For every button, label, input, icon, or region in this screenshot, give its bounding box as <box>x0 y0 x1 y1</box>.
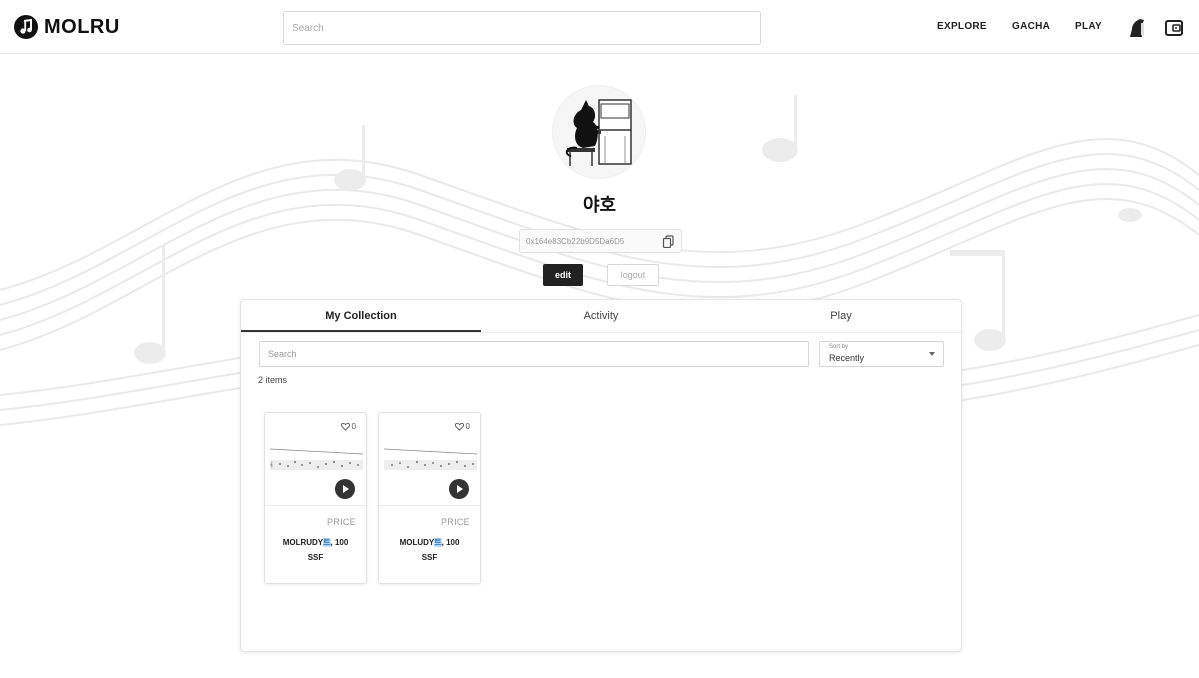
profile-tabs: My Collection Activity Play <box>241 300 961 333</box>
wallet-icon[interactable] <box>1163 17 1185 39</box>
logout-button[interactable]: logout <box>607 264 659 286</box>
like-count: 0 <box>351 422 356 431</box>
play-icon[interactable] <box>335 479 355 499</box>
copy-icon[interactable] <box>662 234 675 248</box>
brand-logo[interactable]: MOLRU <box>14 15 120 39</box>
sort-label: Sort by <box>829 344 849 350</box>
heart-icon <box>454 422 464 431</box>
chevron-down-icon <box>929 352 935 356</box>
collection-card[interactable]: 0 PRICE MOLUDY트, 100 SSF <box>378 412 481 584</box>
sheet-music-preview <box>383 448 478 470</box>
svg-text:𝄞: 𝄞 <box>270 461 273 468</box>
item-name-suffix: , 100 <box>330 538 349 547</box>
item-name: MOLUDY트, 100 SSF <box>385 535 474 565</box>
item-price-unit: SSF <box>421 553 438 562</box>
item-name-highlight: 트 <box>323 538 331 547</box>
card-divider <box>265 505 366 506</box>
edit-profile-button[interactable]: edit <box>543 264 583 286</box>
item-name-highlight: 트 <box>434 538 442 547</box>
like-counter[interactable]: 0 <box>454 422 470 431</box>
sort-select[interactable]: Sort by Recently <box>819 341 944 367</box>
price-label: PRICE <box>326 517 356 527</box>
item-count: 2 items <box>258 375 288 385</box>
collection-search-input[interactable] <box>259 341 809 367</box>
profile-username: 야호 <box>582 195 617 215</box>
pianist-cat-illustration <box>553 86 645 178</box>
collection-panel: My Collection Activity Play Sort by Rece… <box>240 299 962 652</box>
brand-name: MOLRU <box>44 15 120 38</box>
item-name-prefix: MOLUDY <box>399 538 435 547</box>
music-note-logo-icon <box>14 15 38 39</box>
like-count: 0 <box>465 422 470 431</box>
item-name-suffix: , 100 <box>441 538 460 547</box>
tab-activity[interactable]: Activity <box>481 300 721 332</box>
item-name-prefix: MOLRUDY <box>282 538 324 547</box>
item-name: MOLRUDY트, 100 SSF <box>271 535 360 565</box>
wallet-address-field: 0x164e83Cb22b9D5Da6D5 <box>519 229 682 253</box>
global-search-input[interactable] <box>283 11 761 45</box>
profile-avatar <box>553 86 645 178</box>
nav-gacha[interactable]: GACHA <box>1012 21 1050 32</box>
card-divider <box>379 505 480 506</box>
item-price-unit: SSF <box>307 553 324 562</box>
nav-explore[interactable]: EXPLORE <box>937 21 987 32</box>
play-icon[interactable] <box>449 479 469 499</box>
wallet-address-text: 0x164e83Cb22b9D5Da6D5 <box>526 236 625 246</box>
sort-value: Recently <box>829 353 865 363</box>
top-navigation-bar: MOLRU EXPLORE GACHA PLAY <box>0 0 1199 54</box>
like-counter[interactable]: 0 <box>340 422 356 431</box>
collection-card[interactable]: 0 𝄞 PRICE MOLRUDY트, 100 SSF <box>264 412 367 584</box>
price-label: PRICE <box>440 517 470 527</box>
nav-play[interactable]: PLAY <box>1075 21 1102 32</box>
sheet-music-preview: 𝄞 <box>269 448 364 470</box>
profile-avatar-icon[interactable] <box>1126 17 1148 39</box>
tab-play[interactable]: Play <box>721 300 961 332</box>
tab-my-collection[interactable]: My Collection <box>241 300 481 332</box>
heart-icon <box>340 422 350 431</box>
